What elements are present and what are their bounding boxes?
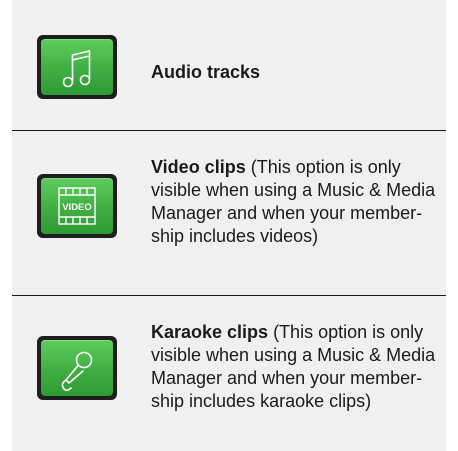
karaoke-clips-text: Karaoke clips (This option is only visib…	[151, 321, 436, 413]
video-clips-text: Video clips (This option is only visible…	[151, 156, 436, 248]
video-clips-title: Video clips	[151, 157, 246, 177]
audio-tile	[37, 35, 117, 99]
audio-tracks-text: Audio tracks	[151, 61, 436, 84]
content-options-panel: Audio tracks VIDEO Video clips (This opt…	[12, 0, 446, 451]
video-icon-label: VIDEO	[62, 202, 92, 213]
audio-tracks-title: Audio tracks	[151, 62, 261, 82]
video-tile: VIDEO	[37, 174, 117, 238]
music-note-icon	[62, 50, 91, 88]
karaoke-tile	[37, 336, 117, 400]
video-icon: VIDEO	[58, 187, 96, 225]
karaoke-clips-title: Karaoke clips	[151, 322, 269, 342]
option-row-video: VIDEO Video clips (This option is only v…	[12, 131, 446, 293]
option-row-audio: Audio tracks	[12, 0, 446, 128]
microphone-icon	[61, 351, 93, 392]
option-row-karaoke: Karaoke clips (This option is only visib…	[12, 296, 446, 451]
